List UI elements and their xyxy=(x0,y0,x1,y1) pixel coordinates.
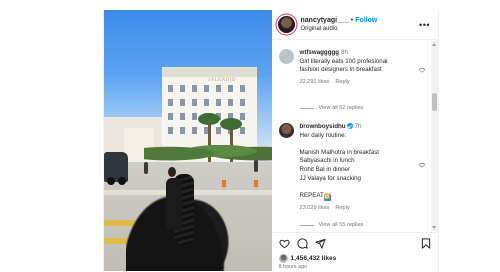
comments-list: wtfswaggggg 8h Girl literally eats 100 pr… xyxy=(272,41,432,231)
comment-text: Manish Malhotra in breakfast xyxy=(299,148,379,156)
likes-count[interactable]: 1,456,432 likes xyxy=(291,255,337,262)
comments-scrollbar[interactable] xyxy=(431,41,438,231)
share-icon[interactable] xyxy=(314,238,326,249)
comment-item: wtfswaggggg 8h Girl literally eats 100 pr… xyxy=(278,49,429,86)
reply-button[interactable]: Reply xyxy=(335,205,349,211)
hotel-sign: SPLENDID xyxy=(208,78,237,83)
post-side-panel: nancytyagi___ • Follow Original audio ••… xyxy=(271,10,439,272)
verified-badge-icon xyxy=(346,123,353,129)
comment-text: Sabyasachi in lunch xyxy=(299,157,355,165)
repeat-emoji-icon: 🔁 xyxy=(323,193,331,201)
post-time-ago[interactable]: 8 hours ago xyxy=(279,264,307,270)
post-actions: 1,456,432 likes 8 hours ago xyxy=(271,232,439,272)
comment-item: brownboysidhu 7h Her daily routine: Manis… xyxy=(278,123,429,212)
reply-button[interactable]: Reply xyxy=(335,79,349,85)
view-replies-button[interactable]: View all 52 replies xyxy=(299,105,364,111)
comment-like-heart-icon[interactable] xyxy=(418,67,425,73)
commenter-avatar[interactable] xyxy=(278,49,294,64)
comment-icon[interactable] xyxy=(296,238,308,249)
author-username[interactable]: nancytyagi___ xyxy=(301,17,349,24)
comment-text: JJ Valaya for snacking xyxy=(299,174,361,182)
trees xyxy=(144,138,272,164)
heart-icon[interactable] xyxy=(278,238,290,249)
separator-dot: • xyxy=(350,17,354,24)
follow-button[interactable]: Follow xyxy=(355,17,377,24)
post-photo[interactable]: SPLENDID xyxy=(104,10,272,271)
view-replies-label: View all 55 replies xyxy=(318,222,364,228)
comment-time: 7h xyxy=(354,123,362,130)
comment-time: 8h xyxy=(341,49,348,56)
audio-label[interactable]: Original audio xyxy=(301,26,378,32)
comment-text: Her daily routine: xyxy=(299,131,347,139)
liker-avatar xyxy=(278,254,288,263)
parked-car xyxy=(104,152,128,185)
scrollbar-thumb[interactable] xyxy=(432,93,437,111)
more-options-icon[interactable]: ••• xyxy=(419,20,430,30)
view-replies-button[interactable]: View all 55 replies xyxy=(299,222,364,228)
bookmark-icon[interactable] xyxy=(421,238,431,249)
comment-text: fashion designers in breakfast xyxy=(299,66,382,74)
comment-likes[interactable]: 23,029 likes xyxy=(300,205,330,211)
view-replies-label: View all 52 replies xyxy=(318,105,364,111)
scroll-down-arrow-icon[interactable] xyxy=(432,226,436,229)
post-header: nancytyagi___ • Follow Original audio ••… xyxy=(271,10,438,40)
instagram-post: SPLENDID nancytyagi___ • Follow Original… xyxy=(103,10,439,271)
scroll-up-arrow-icon[interactable] xyxy=(432,43,436,46)
commenter-avatar[interactable] xyxy=(278,123,294,138)
comment-username[interactable]: brownboysidhu xyxy=(300,123,346,130)
comment-likes[interactable]: 32,291 likes xyxy=(300,79,330,85)
comment-text: REPEAT xyxy=(299,191,324,199)
comment-username[interactable]: wtfswaggggg xyxy=(300,49,340,56)
comment-text: Rohit Bal in dinner xyxy=(299,165,351,173)
author-avatar[interactable] xyxy=(277,16,295,33)
comment-like-heart-icon[interactable] xyxy=(418,162,425,168)
comment-text: Girl literally eats 100 profesional xyxy=(299,57,388,65)
